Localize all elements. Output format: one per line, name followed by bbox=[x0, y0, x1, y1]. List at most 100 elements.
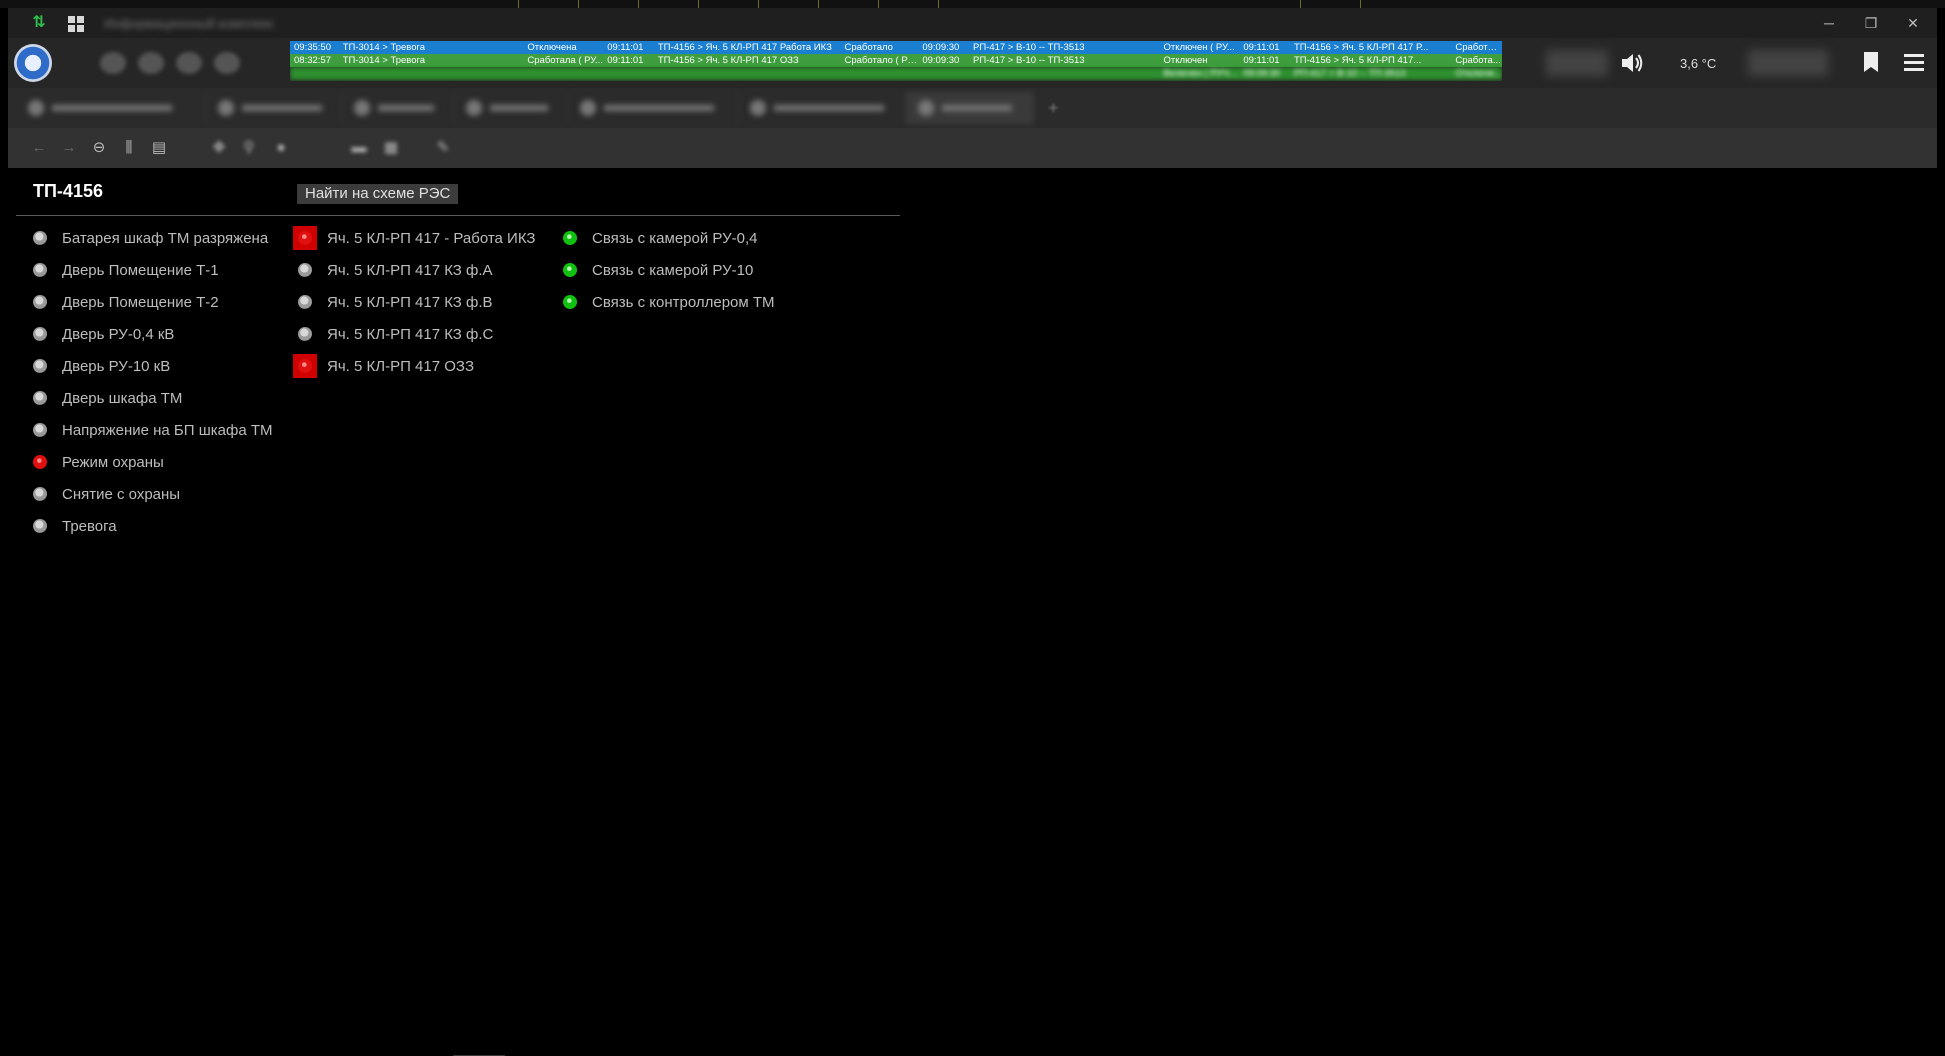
status-neutral-icon bbox=[33, 423, 47, 437]
signal-item[interactable]: Связь с камерой РУ-10 bbox=[563, 254, 775, 286]
event-cell: Сработала ( РУ... bbox=[527, 55, 603, 66]
forward-icon[interactable]: → bbox=[58, 138, 80, 158]
event-cell: ТП-4156 > Яч. 5 КЛ-РП 417... bbox=[1293, 55, 1422, 66]
event-cell: ТП-3014 > Тревога bbox=[342, 55, 426, 66]
signal-item[interactable]: Яч. 5 КЛ-РП 417 КЗ ф.С bbox=[298, 318, 535, 350]
tool-icon[interactable]: ▦ bbox=[380, 138, 402, 158]
signal-item[interactable]: Дверь РУ-10 кВ bbox=[33, 350, 273, 382]
indicator-frame bbox=[293, 258, 317, 282]
signal-label: Снятие с охраны bbox=[62, 485, 181, 503]
event-cell: Отключен ( РУ... bbox=[1163, 42, 1235, 53]
signal-item[interactable]: Яч. 5 КЛ-РП 417 КЗ ф.А bbox=[298, 254, 535, 286]
tab-bar bbox=[8, 88, 1937, 128]
event-feed[interactable]: 09:35:50 ТП-3014 > Тревога Отключена 09:11:… bbox=[290, 41, 1502, 81]
signal-item[interactable]: Батарея шкаф ТМ разряжена bbox=[33, 222, 273, 254]
signal-item[interactable]: Снятие с охраны bbox=[33, 478, 273, 510]
signal-label: Режим охраны bbox=[62, 453, 164, 471]
event-cell: 09:35:50 bbox=[294, 42, 331, 53]
event-cell: Сработа... bbox=[1455, 55, 1501, 66]
event-row[interactable]: 08:32:57 ТП-3014 > Тревога Сработала ( РУ.… bbox=[290, 54, 1502, 67]
event-cell: Сработало bbox=[1455, 42, 1502, 53]
signal-label: Связь с контроллером ТМ bbox=[592, 293, 775, 311]
status-neutral-icon bbox=[298, 263, 312, 277]
pan-icon[interactable]: ✥ bbox=[208, 138, 230, 158]
signal-item[interactable]: Дверь РУ-0,4 кВ bbox=[33, 318, 273, 350]
search-icon[interactable]: ⚲ bbox=[238, 138, 260, 158]
speaker-icon[interactable] bbox=[1620, 52, 1644, 74]
status-neutral-icon bbox=[33, 295, 47, 309]
temperature-readout: 3,6 °C bbox=[1680, 56, 1717, 71]
signal-label: Дверь РУ-10 кВ bbox=[62, 357, 171, 375]
event-cell: 09:09:30 bbox=[922, 55, 960, 66]
signal-label: Дверь шкафа ТМ bbox=[62, 389, 183, 407]
event-cell: РП-417 > В-10 -- ТП-3513 bbox=[972, 42, 1085, 53]
event-cell: 09:11:01 bbox=[607, 42, 644, 53]
bookmark-icon[interactable] bbox=[1864, 52, 1878, 72]
signal-item[interactable]: Яч. 5 КЛ-РП 417 ОЗЗ bbox=[293, 350, 535, 382]
settings-icon[interactable]: ● bbox=[270, 138, 292, 158]
tab[interactable] bbox=[568, 92, 738, 124]
event-cell: РП-417 > В-10 -- ТП-3513 bbox=[972, 55, 1085, 66]
tab[interactable] bbox=[206, 92, 342, 124]
header-status-blurred bbox=[1546, 50, 1608, 76]
signal-label: Яч. 5 КЛ-РП 417 КЗ ф.С bbox=[327, 325, 494, 343]
station-title: ТП-4156 bbox=[33, 181, 103, 201]
signal-item[interactable]: Яч. 5 КЛ-РП 417 КЗ ф.В bbox=[298, 286, 535, 318]
event-cell: ТП-4156 > Яч. 5 КЛ-РП 417 Работа ИКЗ bbox=[657, 42, 832, 53]
tab[interactable] bbox=[16, 92, 206, 124]
tab-active[interactable] bbox=[906, 92, 1034, 124]
grid-menu-icon[interactable] bbox=[66, 14, 84, 32]
signal-item[interactable]: Связь с контроллером ТМ bbox=[563, 286, 775, 318]
company-logo[interactable] bbox=[14, 44, 52, 82]
menu-icon[interactable] bbox=[1904, 54, 1924, 72]
tool-icon[interactable]: ✎ bbox=[432, 138, 454, 158]
event-cell: 09:11:01 bbox=[607, 55, 644, 66]
status-neutral-icon bbox=[298, 295, 312, 309]
event-cell: 09:09:30 bbox=[1243, 68, 1281, 79]
signal-item[interactable]: Дверь Помещение Т-1 bbox=[33, 254, 273, 286]
signal-item[interactable]: Яч. 5 КЛ-РП 417 - Работа ИКЗ bbox=[293, 222, 536, 254]
status-ok-icon bbox=[563, 231, 577, 245]
add-tab-icon[interactable]: + bbox=[1048, 98, 1059, 119]
zoom-out-icon[interactable]: ⊖ bbox=[88, 138, 110, 158]
event-cell: Отключен bbox=[1163, 55, 1208, 66]
back-icon[interactable]: ← bbox=[28, 138, 50, 158]
signal-item[interactable]: Дверь Помещение Т-2 bbox=[33, 286, 273, 318]
top-strip bbox=[0, 0, 1945, 8]
window-title: Информационный комплекс bbox=[104, 16, 275, 31]
signal-item[interactable]: Связь с камерой РУ-0,4 bbox=[563, 222, 775, 254]
tab[interactable] bbox=[738, 92, 906, 124]
status-neutral-icon bbox=[33, 391, 47, 405]
indicator-frame bbox=[293, 290, 317, 314]
event-row[interactable]: Включен ( РУЧН ) 09:09:30 РП-417 > В-10 --… bbox=[290, 67, 1502, 80]
signal-item[interactable]: Режим охраны bbox=[33, 446, 273, 478]
signal-item[interactable]: Тревога bbox=[33, 510, 273, 542]
event-cell: РП-417 > В-10 -- ТП-3513 bbox=[1293, 68, 1406, 79]
signal-item[interactable]: Напряжение на БП шкафа ТМ bbox=[33, 414, 273, 446]
event-cell: Сработало bbox=[844, 42, 893, 53]
status-neutral-icon bbox=[33, 327, 47, 341]
header-tools[interactable] bbox=[100, 52, 260, 74]
event-cell: ТП-4156 > Яч. 5 КЛ-РП 417 ОЗЗ bbox=[657, 55, 799, 66]
tab[interactable] bbox=[342, 92, 454, 124]
event-cell: 09:11:01 bbox=[1243, 55, 1280, 66]
tool-icon[interactable]: ▬ bbox=[348, 138, 370, 158]
signal-label: Дверь Помещение Т-1 bbox=[62, 261, 219, 279]
library-icon[interactable]: ⫼ bbox=[118, 138, 140, 158]
signal-label: Яч. 5 КЛ-РП 417 КЗ ф.А bbox=[327, 261, 493, 279]
minimize-button[interactable]: ─ bbox=[1809, 12, 1849, 34]
signal-item[interactable]: Дверь шкафа ТМ bbox=[33, 382, 273, 414]
event-cell bbox=[654, 67, 841, 80]
status-alarm-icon bbox=[298, 359, 312, 373]
find-on-scheme-button[interactable]: Найти на схеме РЭС bbox=[297, 184, 459, 204]
signals-column-1: Батарея шкаф ТМ разряжена Дверь Помещение… bbox=[33, 222, 273, 542]
indicator-frame bbox=[293, 226, 317, 250]
report-icon[interactable]: ▤ bbox=[148, 138, 170, 158]
event-cell bbox=[523, 67, 603, 80]
tab[interactable] bbox=[454, 92, 568, 124]
restore-button[interactable]: ❐ bbox=[1851, 12, 1891, 34]
signal-label: Яч. 5 КЛ-РП 417 - Работа ИКЗ bbox=[327, 229, 536, 247]
status-neutral-icon bbox=[33, 263, 47, 277]
event-row[interactable]: 09:35:50 ТП-3014 > Тревога Отключена 09:11:… bbox=[290, 41, 1502, 54]
close-button[interactable]: ✕ bbox=[1893, 12, 1933, 34]
